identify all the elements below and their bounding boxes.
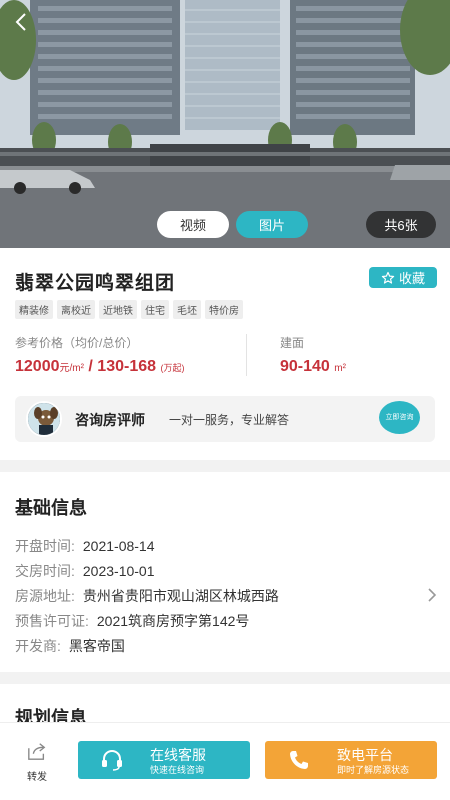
consult-now-button[interactable]: 立即咨询 bbox=[379, 401, 420, 434]
info-row-developer: 开发商: 黑客帝国 bbox=[15, 636, 125, 656]
info-label: 开发商: bbox=[15, 638, 61, 654]
total-price: 130-168 bbox=[97, 358, 157, 375]
star-icon bbox=[381, 271, 395, 284]
basic-info-section: 基础信息 开盘时间: 2021-08-14 交房时间: 2023-10-01 房源地… bbox=[0, 472, 450, 672]
info-label: 房源地址: bbox=[15, 588, 75, 604]
advisor-avatar bbox=[26, 401, 62, 437]
info-label: 交房时间: bbox=[15, 563, 75, 579]
info-label: 预售许可证: bbox=[15, 613, 89, 629]
tag: 毛坯 bbox=[173, 300, 201, 319]
share-label: 转发 bbox=[27, 772, 47, 783]
property-detail-page: 视频 图片 共6张 翡翠公园鸣翠组团 收藏 精装修 离校近 近地铁 住宅 毛坯 … bbox=[0, 0, 450, 800]
avg-price: 12000 bbox=[15, 358, 60, 375]
info-row-open-date: 开盘时间: 2021-08-14 bbox=[15, 536, 155, 556]
project-title: 翡翠公园鸣翠组团 bbox=[15, 273, 176, 294]
info-value: 2021筑商房预字第142号 bbox=[96, 613, 250, 629]
headset-icon bbox=[102, 749, 122, 771]
info-row-presale-license: 预售许可证: 2021筑商房预字第142号 bbox=[15, 611, 249, 631]
consult-banner[interactable]: 咨询房评师 一对一服务，专业解答 立即咨询 bbox=[15, 396, 435, 442]
info-value: 贵州省贵阳市观山湖区林城西路 bbox=[82, 588, 279, 604]
consult-title: 咨询房评师 bbox=[75, 412, 145, 428]
divider bbox=[246, 334, 247, 376]
planning-info-section: 规划信息 bbox=[0, 684, 450, 724]
area-unit: m² bbox=[334, 363, 346, 374]
phone-icon bbox=[290, 751, 308, 769]
info-label: 开盘时间: bbox=[15, 538, 75, 554]
tag: 离校近 bbox=[57, 300, 95, 319]
share-button[interactable]: 转发 bbox=[22, 741, 52, 783]
info-row-delivery-date: 交房时间: 2023-10-01 bbox=[15, 561, 155, 581]
tag: 精装修 bbox=[15, 300, 53, 319]
tab-photo[interactable]: 图片 bbox=[236, 211, 308, 238]
info-value: 黑客帝国 bbox=[68, 638, 125, 654]
info-row-address[interactable]: 房源地址: 贵州省贵阳市观山湖区林城西路 bbox=[15, 586, 279, 606]
bottom-action-bar: 转发 在线客服 快速在线咨询 致电平台 即时了解房源状态 bbox=[0, 722, 450, 800]
price-label: 参考价格（均价/总价） bbox=[15, 336, 139, 350]
avg-price-unit: 元/m² bbox=[59, 363, 84, 374]
info-value: 2023-10-01 bbox=[82, 563, 155, 579]
hero-gallery[interactable]: 视频 图片 共6张 bbox=[0, 0, 450, 248]
consult-description: 一对一服务，专业解答 bbox=[169, 413, 290, 427]
share-icon bbox=[28, 743, 46, 760]
total-price-unit: (万起) bbox=[160, 363, 185, 373]
info-value: 2021-08-14 bbox=[82, 538, 155, 554]
area-label: 建面 bbox=[280, 336, 305, 350]
favorite-label: 收藏 bbox=[398, 271, 425, 286]
call-sublabel: 即时了解房源状态 bbox=[337, 765, 410, 775]
tag: 住宅 bbox=[141, 300, 169, 319]
call-label: 致电平台 bbox=[337, 747, 393, 763]
tag: 特价房 bbox=[205, 300, 243, 319]
service-label: 在线客服 bbox=[150, 747, 206, 763]
media-tabs: 视频 图片 bbox=[157, 211, 308, 238]
price-separator: / bbox=[83, 358, 98, 375]
online-service-button[interactable]: 在线客服 快速在线咨询 bbox=[78, 741, 250, 779]
tag-list: 精装修 离校近 近地铁 住宅 毛坯 特价房 bbox=[15, 300, 243, 319]
call-platform-button[interactable]: 致电平台 即时了解房源状态 bbox=[265, 741, 437, 779]
back-arrow-icon[interactable] bbox=[10, 10, 34, 34]
project-summary: 翡翠公园鸣翠组团 收藏 精装修 离校近 近地铁 住宅 毛坯 特价房 参考价格（均… bbox=[0, 248, 450, 460]
area-number: 90-140 bbox=[280, 358, 330, 375]
photo-count-badge: 共6张 bbox=[366, 211, 436, 238]
tab-video[interactable]: 视频 bbox=[157, 211, 229, 238]
price-value: 12000元/m² / 130-168 (万起) bbox=[15, 358, 184, 376]
section-title: 规划信息 bbox=[15, 708, 87, 724]
service-sublabel: 快速在线咨询 bbox=[150, 765, 205, 775]
section-title: 基础信息 bbox=[15, 498, 87, 518]
chevron-right-icon[interactable] bbox=[427, 588, 437, 602]
tag: 近地铁 bbox=[99, 300, 137, 319]
area-value: 90-140 m² bbox=[280, 358, 346, 376]
favorite-button[interactable]: 收藏 bbox=[369, 267, 437, 288]
